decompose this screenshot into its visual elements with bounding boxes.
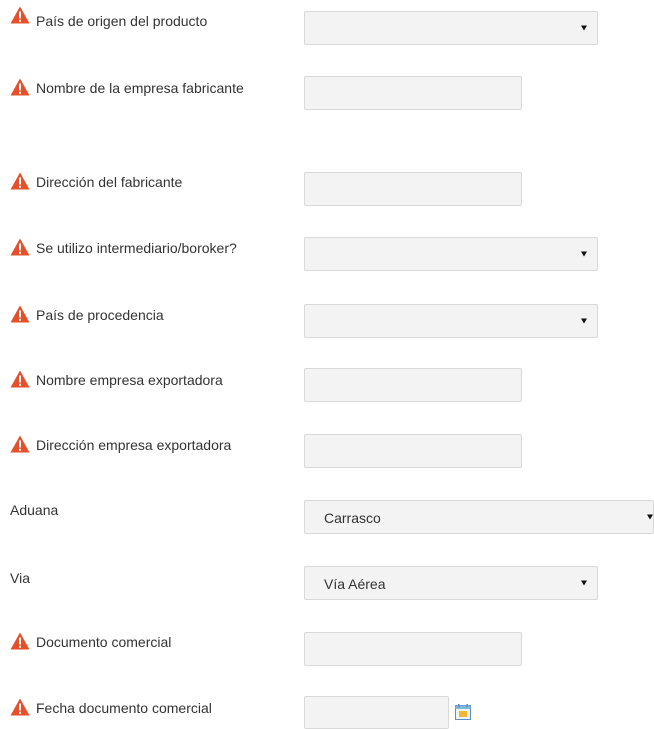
label-text: Nombre empresa exportadora	[36, 372, 223, 388]
warning-triangle-icon	[10, 370, 30, 388]
nombre-exportadora-input[interactable]	[304, 368, 522, 402]
warning-triangle-icon	[10, 632, 30, 650]
direccion-fabricante-input[interactable]	[304, 172, 522, 206]
label-text: País de origen del producto	[36, 13, 208, 29]
chevron-down-icon	[581, 25, 587, 31]
label-text: Dirección del fabricante	[36, 174, 183, 190]
nombre-fabricante-input[interactable]	[304, 76, 522, 110]
label-text: Aduana	[10, 502, 59, 518]
label-text: Nombre de la empresa fabricante	[36, 80, 244, 96]
label-text: Documento comercial	[36, 634, 172, 650]
warning-triangle-icon	[10, 78, 30, 96]
field-label-via: Via	[10, 568, 30, 588]
select-value: Carrasco	[324, 510, 381, 526]
field-label-direccion-fabricante: Dirección del fabricante	[10, 172, 182, 192]
label-text: Se utilizo intermediario/boroker?	[36, 240, 237, 256]
chevron-down-icon	[581, 580, 587, 586]
warning-triangle-icon	[10, 172, 30, 190]
direccion-exportadora-input[interactable]	[304, 434, 522, 468]
label-text: País de procedencia	[36, 307, 164, 323]
warning-triangle-icon	[10, 435, 30, 453]
warning-triangle-icon	[10, 305, 30, 323]
warning-triangle-icon	[10, 238, 30, 256]
select-value: Vía Aérea	[324, 576, 386, 592]
field-label-aduana: Aduana	[10, 500, 58, 520]
field-label-fecha-documento: Fecha documento comercial	[10, 698, 212, 718]
chevron-down-icon	[581, 318, 587, 324]
pais-procedencia-select[interactable]	[304, 304, 598, 338]
field-label-pais-procedencia: País de procedencia	[10, 305, 164, 325]
field-label-documento-comercial: Documento comercial	[10, 632, 171, 652]
fecha-documento-input[interactable]	[304, 696, 449, 729]
warning-triangle-icon	[10, 6, 30, 24]
chevron-down-icon	[581, 251, 587, 257]
label-text: Fecha documento comercial	[36, 700, 212, 716]
chevron-down-icon	[647, 514, 653, 520]
warning-triangle-icon	[10, 698, 30, 716]
label-text: Via	[10, 570, 30, 586]
calendar-icon[interactable]	[455, 704, 471, 720]
intermediario-select[interactable]	[304, 237, 598, 271]
aduana-select[interactable]: Carrasco	[304, 500, 654, 534]
field-label-pais-origen: País de origen del producto	[10, 6, 207, 31]
field-label-nombre-fabricante: Nombre de la empresa fabricante	[10, 78, 246, 106]
field-label-direccion-exportadora: Dirección empresa exportadora	[10, 435, 231, 455]
documento-comercial-input[interactable]	[304, 632, 522, 666]
label-text: Dirección empresa exportadora	[36, 437, 232, 453]
pais-origen-select[interactable]	[304, 11, 598, 45]
field-label-nombre-exportadora: Nombre empresa exportadora	[10, 370, 223, 390]
via-select[interactable]: Vía Aérea	[304, 566, 598, 600]
field-label-intermediario: Se utilizo intermediario/boroker?	[10, 238, 237, 258]
